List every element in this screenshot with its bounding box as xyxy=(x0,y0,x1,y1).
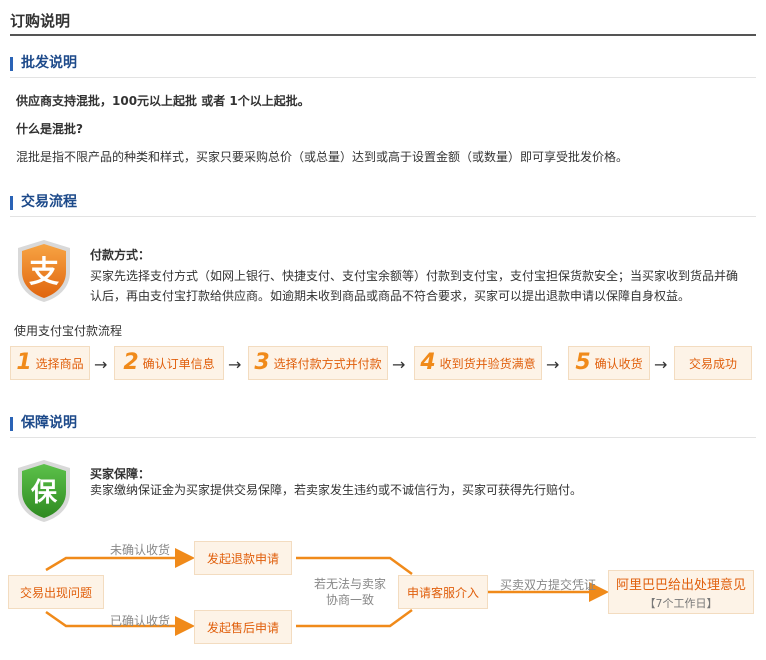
step-number: 5 xyxy=(575,350,591,375)
section-header-transaction: 交易流程 xyxy=(10,191,756,217)
arrow-icon: → xyxy=(654,355,668,374)
negotiate-note: 若无法与卖家 协商一致 xyxy=(314,576,386,608)
guarantee-icon-glyph: 保 xyxy=(30,478,58,508)
dispute-start-box: 交易出现问题 xyxy=(8,575,104,609)
after-sales-request-box: 发起售后申请 xyxy=(194,610,292,644)
arrow-icon: → xyxy=(546,355,560,374)
label-evidence: 买卖双方提交凭证 xyxy=(500,578,597,592)
final-decision-main: 阿里巴巴给出处理意见 xyxy=(615,577,746,593)
step-label: 选择商品 xyxy=(35,356,84,371)
wholesale-explanation: 混批是指不限产品的种类和样式，买家只要采购总价（或总量）达到或高于设置金额（或数… xyxy=(16,150,629,164)
guarantee-shield-icon: 保 xyxy=(18,460,70,522)
section-header-wholesale: 批发说明 xyxy=(10,52,756,78)
customer-service-box: 申请客服介入 xyxy=(398,575,488,609)
final-decision-box: 阿里巴巴给出处理意见 【7个工作日】 xyxy=(608,570,754,614)
arrow-icon: → xyxy=(94,355,108,374)
label-confirmed: 已确认收货 xyxy=(110,614,171,628)
section-title-wholesale: 批发说明 xyxy=(21,55,77,71)
flow-step-4: 4 收到货并验货满意 xyxy=(414,346,542,380)
section-bar xyxy=(10,57,13,71)
guarantee-description: 卖家缴纳保证金为买家提供交易保障，若卖家发生违约或不诚信行为，买家可获得先行赔付… xyxy=(90,483,583,497)
step-number: 3 xyxy=(254,350,270,375)
guarantee-title: 买家保障： xyxy=(90,467,151,481)
payment-title: 付款方式： xyxy=(90,248,151,262)
final-decision-sub: 【7个工作日】 xyxy=(644,596,718,610)
section-bar xyxy=(10,417,13,431)
refund-request-box: 发起退款申请 xyxy=(194,541,292,575)
connector-start-refund xyxy=(45,548,195,572)
section-title-guarantee: 保障说明 xyxy=(21,415,77,431)
label-unconfirmed: 未确认收货 xyxy=(110,543,171,557)
flow-step-2: 2 确认订单信息 xyxy=(114,346,224,380)
arrow-icon: → xyxy=(228,355,242,374)
step-number: 1 xyxy=(16,350,32,375)
step-number: 2 xyxy=(123,350,139,375)
connector-refund-service xyxy=(296,556,413,576)
step-label: 收到货并验货满意 xyxy=(439,356,536,371)
alipay-shield-icon: 支 xyxy=(18,240,70,302)
flow-step-3: 3 选择付款方式并付款 xyxy=(248,346,388,380)
connector-aftersales-service xyxy=(296,608,413,628)
wholesale-support-line: 供应商支持混批，100元以上起批 或者 1个以上起批。 xyxy=(16,94,310,108)
flow-step-1: 1 选择商品 xyxy=(10,346,90,380)
step-label: 选择付款方式并付款 xyxy=(273,356,382,371)
negotiate-line-2: 协商一致 xyxy=(325,593,374,607)
section-bar xyxy=(10,196,13,210)
payment-description: 买家先选择支付方式（如网上银行、快捷支付、支付宝余额等）付款到支付宝，支付宝担保… xyxy=(90,269,739,303)
flow-step-6: 交易成功 xyxy=(674,346,752,380)
step-label: 确认收货 xyxy=(594,356,643,371)
section-header-guarantee: 保障说明 xyxy=(10,412,756,438)
step-label: 交易成功 xyxy=(688,356,737,371)
flow-caption: 使用支付宝付款流程 xyxy=(14,324,123,338)
section-title-transaction: 交易流程 xyxy=(21,194,77,210)
alipay-icon-glyph: 支 xyxy=(29,255,59,290)
flow-step-5: 5 确认收货 xyxy=(568,346,650,380)
arrow-icon: → xyxy=(392,355,406,374)
step-number: 4 xyxy=(420,350,436,375)
step-label: 确认订单信息 xyxy=(142,356,215,371)
page-title: 订购说明 xyxy=(10,10,756,36)
wholesale-question: 什么是混批? xyxy=(16,122,83,136)
negotiate-line-1: 若无法与卖家 xyxy=(314,577,387,591)
